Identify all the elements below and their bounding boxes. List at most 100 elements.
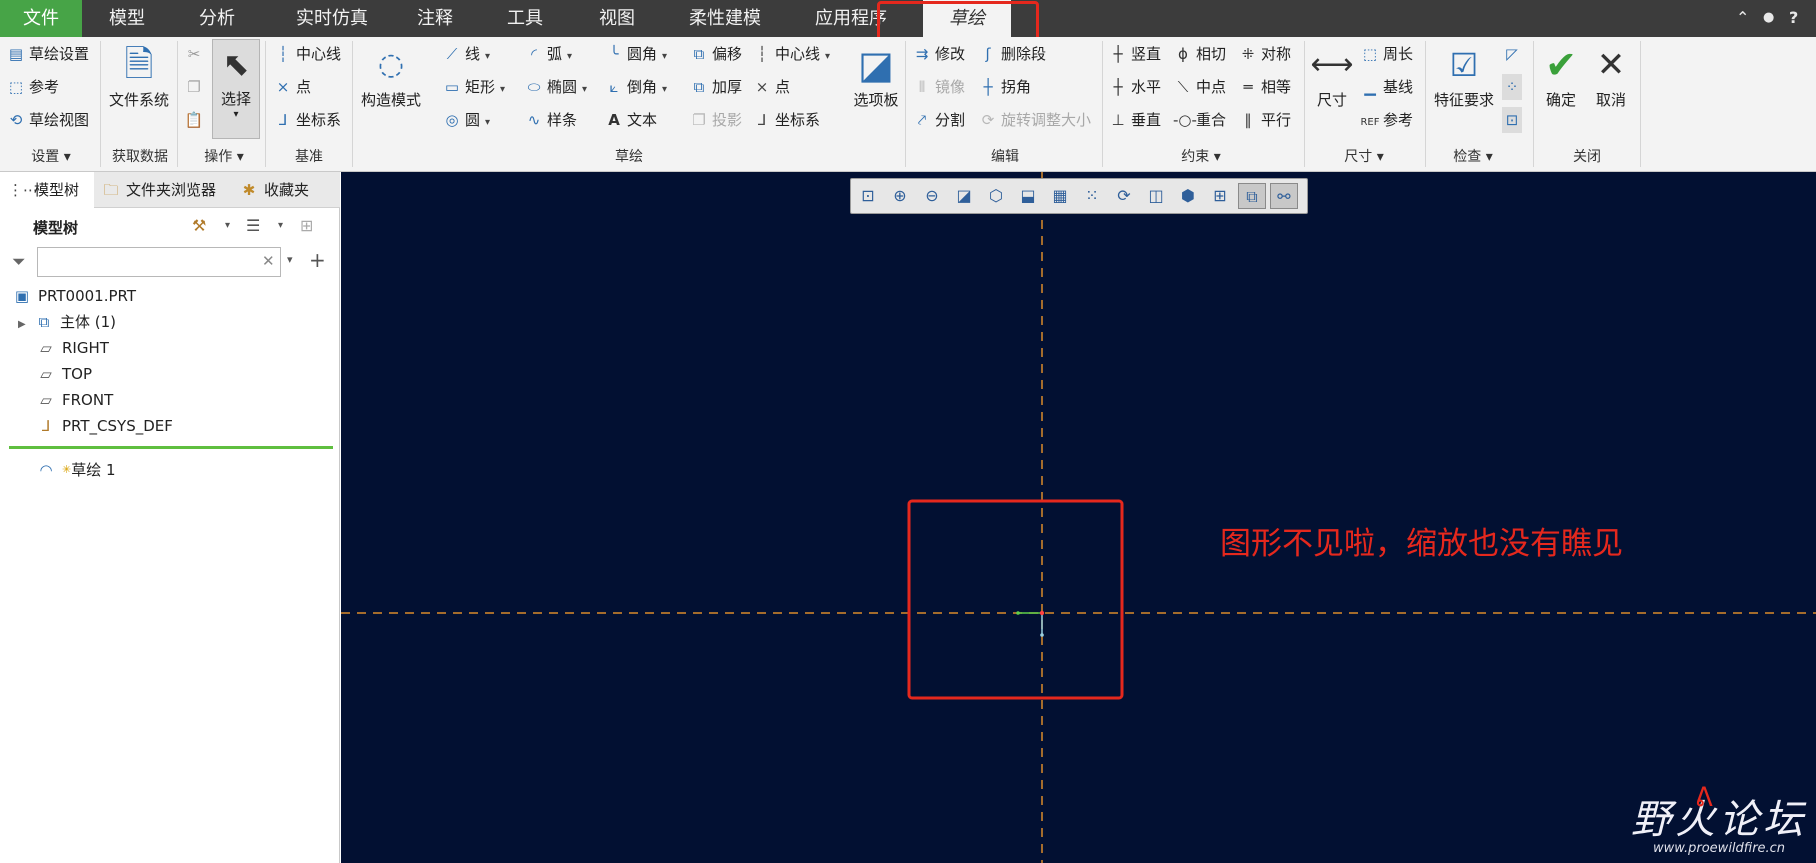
symmetric-constraint-button[interactable]: ⁜ 对称 — [1238, 41, 1291, 67]
datum-csys-button[interactable]: ⅃ 坐标系 — [273, 107, 341, 133]
zoom-in-icon[interactable]: ⊕ — [886, 183, 914, 209]
cut-icon[interactable]: ✂ — [184, 41, 207, 67]
midpoint-constraint-button[interactable]: ⟍ 中点 — [1173, 74, 1226, 100]
circle-button[interactable]: ◎ 圆 ▾ — [442, 107, 490, 133]
feature-requirements-button[interactable]: ☑ 特征要求 — [1430, 41, 1498, 110]
baseline-button[interactable]: ▁ 基线 — [1360, 74, 1413, 100]
tab-model[interactable]: 模型 — [92, 0, 162, 37]
dimension-button[interactable]: ⟷ 尺寸 — [1308, 41, 1356, 110]
chamfer-button[interactable]: ⟀ 倒角 ▾ — [604, 74, 668, 100]
operations-group-label[interactable]: 操作 ▾ — [182, 146, 266, 166]
spin-center-icon[interactable]: ⊞ — [1206, 183, 1234, 209]
refit-icon[interactable]: ⊡ — [854, 183, 882, 209]
reference-dimension-button[interactable]: REF 参考 — [1360, 107, 1413, 133]
graphics-canvas[interactable]: ⊡ ⊕ ⊖ ◪ ⬡ ⬓ ▦ ⁙ ⟳ ◫ ⬢ ⊞ ⧉ ⚯ 图形不见啦，缩放也没有瞧… — [341, 172, 1816, 863]
paste-icon[interactable]: 📋 — [184, 107, 207, 133]
tree-filter-disabled-icon[interactable]: ⊞ — [300, 216, 313, 235]
copy-icon[interactable]: ❐ — [184, 74, 207, 100]
line-button[interactable]: ⟋ 线 ▾ — [442, 41, 490, 67]
minimize-ribbon-icon[interactable]: ⌃ — [1736, 8, 1749, 27]
ok-button[interactable]: ✔ 确定 — [1538, 41, 1584, 110]
shade-icon[interactable]: ◫ — [1142, 183, 1170, 209]
centerline-button[interactable]: ┆ 中心线 ▾ — [752, 41, 830, 67]
palette-button[interactable]: ◪ 选项板 — [846, 41, 906, 110]
help-icon[interactable]: ? — [1789, 8, 1798, 27]
perpendicular-constraint-button[interactable]: ⊥ 垂直 — [1108, 107, 1161, 133]
annotation-display-icon[interactable]: ⟳ — [1110, 183, 1138, 209]
point-button[interactable]: × 点 — [752, 74, 790, 100]
show-list-icon[interactable]: ☰ — [246, 216, 260, 235]
horizontal-constraint-button[interactable]: ┼ 水平 — [1108, 74, 1161, 100]
tab-sketch[interactable]: 草绘 — [923, 0, 1011, 37]
tab-realtime-simulation[interactable]: 实时仿真 — [282, 0, 382, 37]
coincident-constraint-button[interactable]: -○-重合 — [1173, 107, 1226, 133]
saved-orientations-icon[interactable]: ⬓ — [1014, 183, 1042, 209]
tab-tools[interactable]: 工具 — [490, 0, 560, 37]
modify-button[interactable]: ⇉ 修改 — [912, 41, 965, 67]
tab-folder-browser[interactable]: 🗀 文件夹浏览器 — [100, 172, 216, 208]
divide-button[interactable]: ⤤ 分割 — [912, 107, 965, 133]
chevron-down-icon[interactable]: ▾ — [287, 253, 293, 266]
view-manager-icon[interactable]: ▦ — [1046, 183, 1074, 209]
highlight-open-ends-icon[interactable]: ⁘ — [1502, 74, 1525, 100]
tree-item-body[interactable]: ▶ ⧉ 主体 (1) — [18, 310, 116, 334]
tab-analysis[interactable]: 分析 — [182, 0, 252, 37]
chevron-down-icon[interactable]: ▾ — [225, 220, 230, 231]
inspect-group-label[interactable]: 检查 ▾ — [1426, 146, 1520, 166]
tab-favorites[interactable]: ✱ 收藏夹 — [238, 172, 309, 208]
construction-mode-button[interactable]: ◌ 构造模式 — [356, 41, 426, 110]
tree-settings-icon[interactable]: ⚒ — [192, 216, 206, 235]
tree-item-csys[interactable]: ⅃ PRT_CSYS_DEF — [36, 414, 173, 438]
rectangle-button[interactable]: ▭ 矩形 ▾ — [442, 74, 505, 100]
delete-segment-button[interactable]: ʃ 删除段 — [978, 41, 1046, 67]
shade-closed-loops-icon[interactable]: ⊡ — [1502, 107, 1525, 133]
offset-button[interactable]: ⧉ 偏移 — [689, 41, 742, 67]
csys-button[interactable]: ⅃ 坐标系 — [752, 107, 820, 133]
clear-icon[interactable]: ✕ — [262, 252, 275, 270]
chevron-down-icon[interactable]: ▾ — [278, 220, 283, 231]
tree-item-part[interactable]: ▣ PRT0001.PRT — [12, 284, 136, 308]
tab-applications[interactable]: 应用程序 — [806, 0, 896, 37]
references-button[interactable]: ⬚ 参考 — [6, 74, 59, 100]
select-button[interactable]: ⬉ 选择 ▾ — [212, 39, 260, 139]
parallel-constraint-button[interactable]: ∥ 平行 — [1238, 107, 1291, 133]
sketch-view-toggle-icon[interactable]: ⧉ — [1238, 183, 1266, 209]
tree-item-right-plane[interactable]: ▱ RIGHT — [36, 336, 109, 360]
expand-arrow-icon[interactable]: ▶ — [18, 313, 34, 337]
project-button[interactable]: ❐ 投影 — [689, 107, 742, 133]
constrain-group-label[interactable]: 约束 ▾ — [1104, 146, 1298, 166]
repaint-icon[interactable]: ◪ — [950, 183, 978, 209]
setup-group-label[interactable]: 设置 ▾ — [8, 146, 94, 166]
mirror-button[interactable]: ⫴ 镜像 — [912, 74, 965, 100]
ellipse-button[interactable]: ⬭ 椭圆 ▾ — [524, 74, 587, 100]
vertical-constraint-button[interactable]: ┼ 竖直 — [1108, 41, 1161, 67]
cancel-button[interactable]: ✕ 取消 — [1588, 41, 1634, 110]
add-icon[interactable]: + — [309, 248, 326, 272]
datum-point-button[interactable]: × 点 — [273, 74, 311, 100]
file-system-button[interactable]: 🗎 文件系统 — [106, 41, 172, 110]
corner-button[interactable]: ┼ 拐角 — [978, 74, 1031, 100]
sketcher-display-icon[interactable]: ⚯ — [1270, 183, 1298, 209]
tab-annotate[interactable]: 注释 — [400, 0, 470, 37]
text-button[interactable]: A 文本 — [604, 107, 657, 133]
tree-item-sketch[interactable]: ◠ ✳草绘 1 — [36, 458, 115, 482]
zoom-out-icon[interactable]: ⊖ — [918, 183, 946, 209]
tab-flexible-modeling[interactable]: 柔性建模 — [680, 0, 770, 37]
arc-button[interactable]: ◜ 弧 ▾ — [524, 41, 572, 67]
insert-here-line[interactable] — [9, 446, 333, 449]
thicken-button[interactable]: ⧉ 加厚 — [689, 74, 742, 100]
datum-display-icon[interactable]: ⁙ — [1078, 183, 1106, 209]
fillet-button[interactable]: ╰ 圆角 ▾ — [604, 41, 667, 67]
tab-view[interactable]: 视图 — [582, 0, 652, 37]
spline-button[interactable]: ∿ 样条 — [524, 107, 577, 133]
tab-file[interactable]: 文件 — [0, 0, 82, 37]
dimension-group-label[interactable]: 尺寸 ▾ — [1306, 146, 1422, 166]
datum-centerline-button[interactable]: ┆ 中心线 — [273, 41, 341, 67]
sketch-setup-button[interactable]: ▤ 草绘设置 — [6, 41, 89, 67]
search-input[interactable] — [37, 247, 281, 277]
overlapping-geometry-icon[interactable]: ◸ — [1502, 41, 1525, 67]
user-icon[interactable]: ● — [1763, 10, 1774, 25]
sketch-view-button[interactable]: ⟲ 草绘视图 — [6, 107, 89, 133]
filter-icon[interactable]: ⏷ — [12, 252, 26, 272]
tree-item-top-plane[interactable]: ▱ TOP — [36, 362, 92, 386]
